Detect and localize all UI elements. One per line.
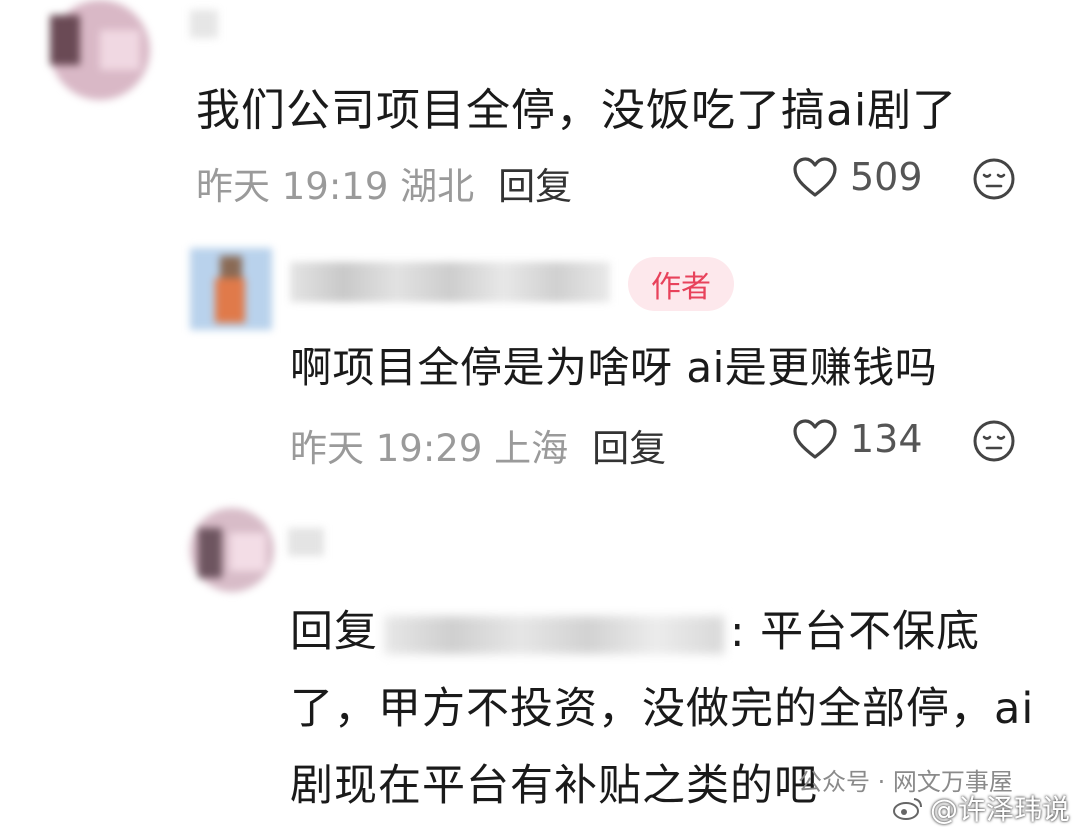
- heart-outline-icon: [793, 157, 837, 197]
- weibo-icon: [893, 798, 922, 820]
- username-blurred[interactable]: [190, 10, 220, 40]
- author-badge: 作者: [628, 257, 734, 311]
- reply-button[interactable]: 回复: [498, 165, 572, 208]
- like-count: 509: [850, 155, 923, 199]
- like-button[interactable]: 509: [792, 155, 923, 199]
- weibo-watermark: @许泽玮说: [892, 788, 1070, 827]
- comment-text: 啊项目全停是为啥呀 ai是更赚钱吗: [290, 343, 938, 392]
- username-blurred[interactable]: [288, 528, 328, 558]
- heart-outline-icon: [793, 419, 837, 459]
- comment-time-location: 昨天 19:29 上海: [290, 427, 569, 470]
- comment-meta: 昨天 19:29 上海 回复: [290, 418, 666, 472]
- comment-text: 我们公司项目全停，没饭吃了搞ai剧了: [196, 85, 958, 136]
- avatar[interactable]: [190, 248, 272, 330]
- dislike-button[interactable]: [972, 419, 1016, 467]
- meh-face-icon: [973, 158, 1015, 200]
- avatar[interactable]: [190, 508, 280, 592]
- like-count: 134: [850, 417, 923, 461]
- reply-prefix: 回复: [290, 607, 378, 657]
- meh-face-icon: [973, 420, 1015, 462]
- weibo-watermark-text: @许泽玮说: [930, 793, 1071, 826]
- reply-button[interactable]: 回复: [592, 427, 666, 470]
- comment-meta: 昨天 19:19 湖北 回复: [196, 156, 572, 210]
- comment-thread: 我们公司项目全停，没饭吃了搞ai剧了 昨天 19:19 湖北 回复 509 作者 …: [0, 0, 1080, 827]
- reply-target-username-blurred[interactable]: [384, 615, 724, 654]
- comment-time-location: 昨天 19:19 湖北: [196, 165, 475, 208]
- username-blurred[interactable]: [290, 262, 610, 302]
- dislike-button[interactable]: [972, 157, 1016, 205]
- avatar[interactable]: [40, 0, 170, 100]
- like-button[interactable]: 134: [792, 417, 923, 461]
